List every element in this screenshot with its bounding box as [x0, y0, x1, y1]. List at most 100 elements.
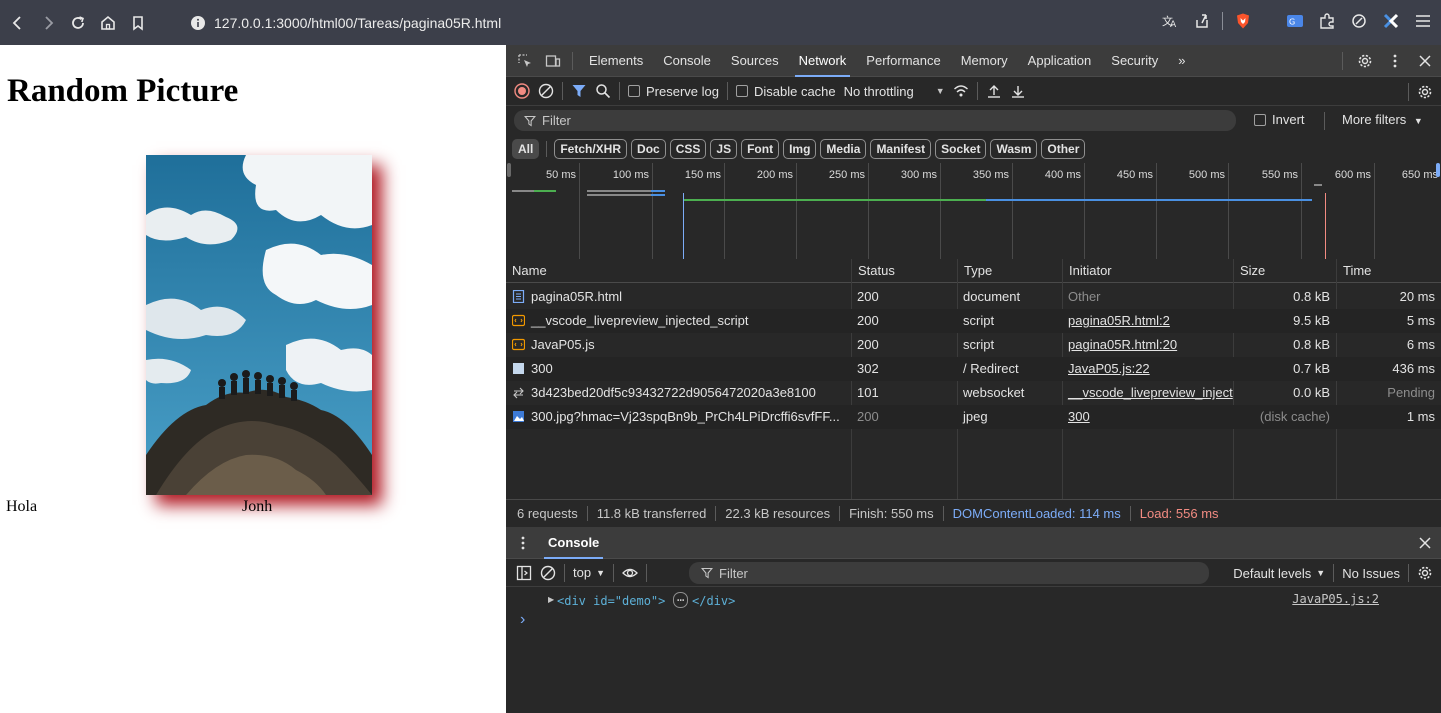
type-filter-other[interactable]: Other	[1041, 139, 1086, 159]
log-source-link[interactable]: JavaP05.js:2	[1292, 592, 1379, 606]
leo-ai-icon[interactable]	[1347, 8, 1371, 34]
request-initiator-link[interactable]: 300	[1062, 405, 1233, 429]
site-info-icon[interactable]	[190, 15, 206, 31]
log-ellipsis[interactable]: ⋯	[673, 592, 689, 608]
drawer-tab-console[interactable]: Console	[538, 527, 609, 559]
request-row[interactable]: pagina05R.html 200 document Other 0.8 kB…	[506, 285, 1441, 309]
tab-application[interactable]: Application	[1018, 45, 1102, 77]
network-conditions-icon[interactable]	[953, 83, 969, 99]
console-log-entry[interactable]: ▶ <div id="demo"> ⋯ </div> JavaP05.js:2	[506, 589, 1441, 613]
drawer-menu-icon[interactable]	[508, 535, 538, 551]
column-initiator[interactable]: Initiator	[1062, 259, 1233, 283]
back-icon[interactable]	[6, 11, 30, 35]
export-har-icon[interactable]	[1010, 83, 1026, 99]
tab-sources[interactable]: Sources	[721, 45, 789, 77]
timeline-tick-label: 650 ms	[1401, 169, 1438, 181]
network-overview-timeline[interactable]: 50 ms 100 ms 150 ms 200 ms 250 ms 300 ms…	[506, 163, 1441, 260]
request-initiator-link[interactable]: JavaP05.js:22	[1062, 357, 1233, 381]
wallet-icon[interactable]	[1379, 8, 1403, 34]
live-expression-eye-icon[interactable]	[622, 565, 638, 581]
request-status: 200	[857, 313, 879, 328]
tab-performance[interactable]: Performance	[856, 45, 950, 77]
tab-security[interactable]: Security	[1101, 45, 1168, 77]
preserve-log-checkbox[interactable]: Preserve log	[628, 84, 719, 99]
request-row[interactable]: 300.jpg?hmac=Vj23spqBn9b_PrCh4LPiDrcffi6…	[506, 405, 1441, 429]
column-size[interactable]: Size	[1233, 259, 1336, 283]
close-drawer-icon[interactable]	[1417, 535, 1433, 551]
clear-icon[interactable]	[538, 83, 554, 99]
timeline-right-handle[interactable]	[1436, 163, 1440, 177]
type-filter-media[interactable]: Media	[820, 139, 867, 159]
clear-console-icon[interactable]	[540, 565, 556, 581]
tab-console[interactable]: Console	[653, 45, 721, 77]
request-initiator-link[interactable]: pagina05R.html:2	[1062, 309, 1233, 333]
filter-funnel-icon[interactable]	[571, 83, 587, 99]
checkbox-box[interactable]	[628, 85, 640, 97]
share-icon[interactable]	[1190, 8, 1214, 34]
type-filter-all[interactable]: All	[512, 139, 540, 159]
import-har-icon[interactable]	[986, 83, 1002, 99]
home-icon[interactable]	[96, 11, 120, 35]
device-toolbar-icon[interactable]	[540, 53, 566, 69]
address-bar[interactable]: 127.0.0.1:3000/html00/Tareas/pagina05R.h…	[184, 9, 1124, 36]
column-type[interactable]: Type	[957, 259, 1062, 283]
expand-triangle-icon[interactable]: ▶	[548, 595, 554, 604]
inspect-element-icon[interactable]	[510, 53, 540, 69]
bookmark-icon[interactable]	[126, 11, 150, 35]
console-filter-input[interactable]: Filter	[689, 562, 1209, 584]
network-filter-input[interactable]: Filter	[514, 110, 1236, 131]
throttling-select[interactable]: No throttling ▼	[844, 84, 945, 99]
forward-icon[interactable]	[36, 11, 60, 35]
type-filter-css[interactable]: CSS	[669, 139, 707, 159]
type-filter-fetch-xhr[interactable]: Fetch/XHR	[554, 139, 628, 159]
translate-icon[interactable]: 文A	[1158, 8, 1182, 34]
type-filter-socket[interactable]: Socket	[935, 139, 987, 159]
timeline-left-handle[interactable]	[507, 163, 511, 177]
type-filter-img[interactable]: Img	[783, 139, 817, 159]
column-time[interactable]: Time	[1336, 259, 1441, 283]
network-settings-icon[interactable]	[1417, 84, 1433, 100]
type-filter-manifest[interactable]: Manifest	[870, 139, 932, 159]
issues-counter[interactable]: No Issues	[1342, 566, 1400, 581]
record-stop-icon[interactable]	[514, 83, 530, 99]
kebab-menu-icon[interactable]	[1387, 53, 1403, 69]
request-size: 0.7 kB	[1293, 361, 1330, 376]
request-row[interactable]: __vscode_livepreview_injected_script 200…	[506, 309, 1441, 333]
brave-shield-icon[interactable]	[1231, 8, 1255, 34]
close-devtools-icon[interactable]	[1417, 53, 1433, 69]
checkbox-box[interactable]	[1254, 113, 1266, 126]
search-icon[interactable]	[595, 83, 611, 99]
reload-icon[interactable]	[66, 11, 90, 35]
console-settings-icon[interactable]	[1417, 565, 1433, 581]
sidebar-toggle-icon[interactable]	[516, 565, 532, 581]
type-filter-font[interactable]: Font	[741, 139, 780, 159]
menu-icon[interactable]	[1411, 8, 1435, 34]
tab-memory[interactable]: Memory	[951, 45, 1018, 77]
tab-network[interactable]: Network	[789, 45, 857, 77]
settings-gear-icon[interactable]	[1357, 53, 1373, 69]
tab-elements[interactable]: Elements	[579, 45, 653, 77]
toolbar-separator	[562, 82, 563, 100]
column-name[interactable]: Name	[506, 259, 851, 283]
type-filter-js[interactable]: JS	[710, 139, 738, 159]
toolbar-separator	[613, 563, 614, 582]
disable-cache-checkbox[interactable]: Disable cache	[735, 84, 836, 99]
more-filters-dropdown[interactable]: More filters ▼	[1342, 112, 1423, 127]
request-row[interactable]: 300 302 / Redirect JavaP05.js:22 0.7 kB …	[506, 357, 1441, 381]
context-selector[interactable]: top ▼	[573, 565, 605, 580]
log-levels-dropdown[interactable]: Default levels ▼	[1233, 566, 1325, 581]
checkbox-box[interactable]	[735, 85, 748, 97]
request-initiator-link[interactable]: __vscode_livepreview_inject	[1062, 381, 1233, 405]
more-tabs-button[interactable]: »	[1168, 45, 1195, 77]
type-filter-wasm[interactable]: Wasm	[990, 139, 1038, 159]
request-row[interactable]: 3d423bed20df5c93432722d9056472020a3e8100…	[506, 381, 1441, 405]
request-initiator-link[interactable]: pagina05R.html:20	[1062, 333, 1233, 357]
translate-extension-icon[interactable]: G	[1283, 8, 1307, 34]
type-filter-doc[interactable]: Doc	[631, 139, 666, 159]
column-status[interactable]: Status	[851, 259, 957, 283]
timeline-tick-label: 500 ms	[1188, 169, 1225, 181]
extensions-icon[interactable]	[1315, 8, 1339, 34]
invert-checkbox[interactable]: Invert	[1254, 112, 1305, 127]
request-row[interactable]: JavaP05.js 200 script pagina05R.html:20 …	[506, 333, 1441, 357]
console-prompt[interactable]: ›	[520, 611, 525, 629]
